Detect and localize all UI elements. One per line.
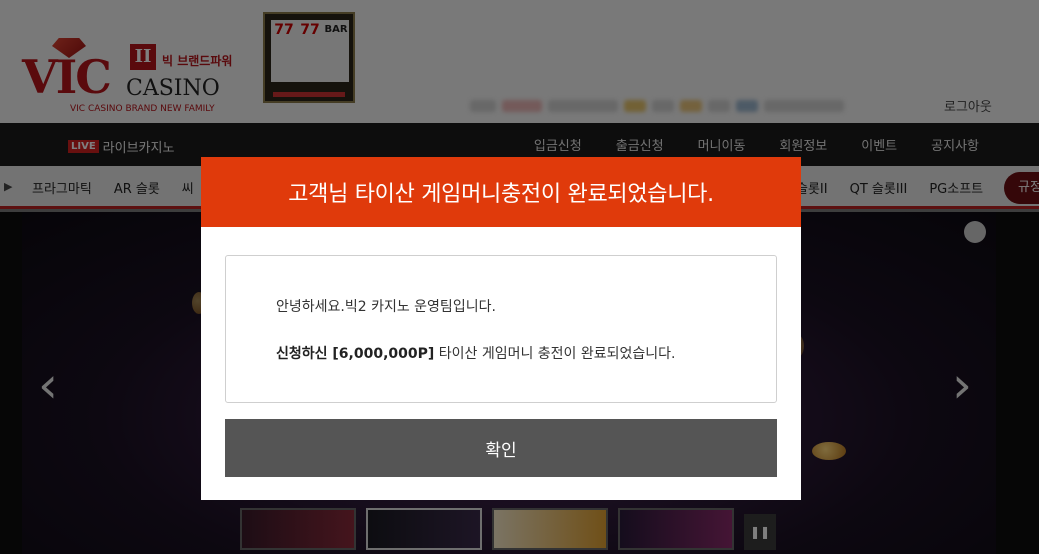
dialog-header: 고객님 타이산 게임머니충전이 완료되었습니다.	[201, 157, 801, 227]
confirm-button[interactable]: 확인	[225, 419, 777, 477]
dialog-greeting: 안녕하세요.빅2 카지노 운영팀입니다.	[276, 299, 496, 315]
dialog-request-status: 타이산 게임머니 충전이 완료되었습니다.	[434, 346, 676, 362]
dialog-title: 고객님 타이산 게임머니충전이 완료되었습니다.	[288, 182, 714, 207]
dialog-request-amount: 신청하신 [6,000,000P]	[276, 346, 435, 362]
dialog-message-box: 안녕하세요.빅2 카지노 운영팀입니다. 신청하신 [6,000,000P] 타…	[225, 255, 777, 403]
dialog-request-message: 신청하신 [6,000,000P] 타이산 게임머니 충전이 완료되었습니다.	[276, 343, 776, 363]
charge-complete-dialog: 고객님 타이산 게임머니충전이 완료되었습니다. 안녕하세요.빅2 카지노 운영…	[201, 157, 801, 500]
